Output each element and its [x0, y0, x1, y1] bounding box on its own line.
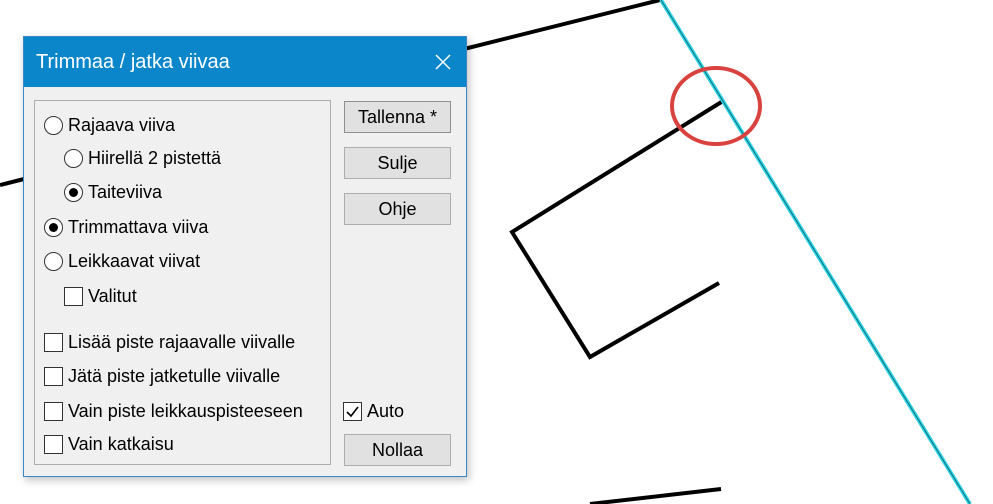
radio-indicator[interactable] [64, 183, 83, 202]
dialog-title: Trimmaa / jatka viivaa [36, 51, 230, 73]
radio-indicator[interactable] [44, 252, 63, 271]
radio-label: Trimmattava viiva [68, 217, 209, 237]
close-icon [435, 54, 451, 70]
radio-leikkaavat-viivat[interactable]: Leikkaavat viivat [44, 251, 200, 272]
options-group: Rajaava viiva Hiirellä 2 pistettä Taitev… [34, 100, 331, 465]
checkbox-box[interactable] [44, 402, 63, 421]
drawing-line-bottom[interactable] [589, 487, 722, 504]
close-dialog-button[interactable]: Sulje [344, 147, 451, 179]
trim-extend-dialog: Trimmaa / jatka viivaa Rajaava viiva Hii… [23, 36, 467, 477]
checkbox-vain-katkaisu[interactable]: Vain katkaisu [44, 434, 174, 455]
checkbox-auto[interactable]: Auto [343, 401, 404, 422]
save-button[interactable]: Tallenna * [344, 101, 451, 133]
radio-taiteviiva[interactable]: Taiteviiva [64, 182, 162, 203]
radio-label: Taiteviiva [88, 182, 163, 202]
reset-button[interactable]: Nollaa [344, 434, 451, 466]
checkbox-box[interactable] [343, 402, 362, 421]
radio-trimmattava-viiva[interactable]: Trimmattava viiva [44, 217, 208, 238]
checkmark-icon [346, 406, 359, 418]
checkbox-valitut[interactable]: Valitut [64, 286, 137, 307]
checkbox-lisaa-piste[interactable]: Lisää piste rajaavalle viivalle [44, 332, 295, 353]
checkbox-label: Valitut [88, 286, 137, 306]
radio-indicator[interactable] [44, 218, 63, 237]
radio-label: Rajaava viiva [68, 115, 176, 135]
radio-rajaava-viiva[interactable]: Rajaava viiva [44, 115, 175, 136]
checkbox-box[interactable] [44, 435, 63, 454]
radio-label: Hiirellä 2 pistettä [88, 148, 222, 168]
checkbox-vain-piste[interactable]: Vain piste leikkauspisteeseen [44, 401, 303, 422]
checkbox-label: Lisää piste rajaavalle viivalle [68, 332, 296, 352]
drawing-line-top[interactable] [439, 0, 661, 57]
checkbox-label: Vain katkaisu [68, 434, 174, 454]
radio-hiirella-2-pistetta[interactable]: Hiirellä 2 pistettä [64, 148, 221, 169]
dialog-titlebar[interactable]: Trimmaa / jatka viivaa [24, 37, 466, 87]
help-button[interactable]: Ohje [344, 193, 451, 225]
radio-indicator[interactable] [64, 149, 83, 168]
checkbox-label: Vain piste leikkauspisteeseen [68, 401, 303, 421]
radio-indicator[interactable] [44, 116, 63, 135]
checkbox-label: Auto [367, 401, 405, 421]
close-button[interactable] [420, 37, 466, 87]
checkbox-jata-piste[interactable]: Jätä piste jatketulle viivalle [44, 366, 280, 387]
checkbox-box[interactable] [64, 287, 83, 306]
checkbox-box[interactable] [44, 367, 63, 386]
checkbox-box[interactable] [44, 333, 63, 352]
highlighted-boundary-line-core [660, 0, 971, 504]
checkbox-label: Jätä piste jatketulle viivalle [68, 366, 281, 386]
radio-label: Leikkaavat viivat [68, 251, 201, 271]
